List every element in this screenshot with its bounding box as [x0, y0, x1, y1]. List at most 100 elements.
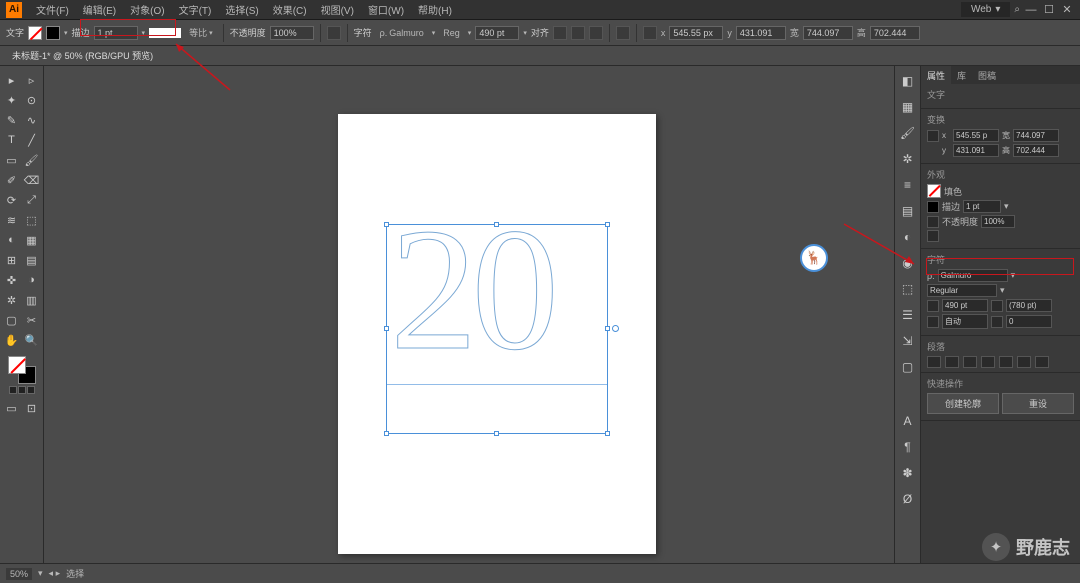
menu-file[interactable]: 文件(F)	[30, 0, 75, 19]
font-family-dropdown[interactable]: ρ. Galmuro	[376, 27, 428, 39]
magic-wand-tool-icon[interactable]: ✦	[2, 90, 22, 110]
reference-point-icon[interactable]	[643, 26, 657, 40]
resize-handle[interactable]	[605, 222, 610, 227]
symbol-sprayer-tool-icon[interactable]: ✲	[2, 290, 22, 310]
pen-tool-icon[interactable]: ✎	[2, 110, 22, 130]
fill-swatch[interactable]	[927, 184, 941, 198]
menu-effect[interactable]: 效果(C)	[267, 0, 313, 19]
direct-selection-tool-icon[interactable]: ▹	[22, 70, 42, 90]
menu-type[interactable]: 文字(T)	[173, 0, 218, 19]
tab-properties[interactable]: 属性	[921, 66, 951, 85]
menu-help[interactable]: 帮助(H)	[412, 0, 458, 19]
paragraph-panel-icon[interactable]: ¶	[899, 438, 917, 456]
rotate-tool-icon[interactable]: ⟳	[2, 190, 22, 210]
font-style-dropdown[interactable]: Reg	[439, 27, 464, 39]
effects-icon[interactable]	[927, 230, 939, 242]
font-size-field[interactable]: 490 pt	[475, 26, 519, 40]
opentype-panel-icon[interactable]: Ø	[899, 490, 917, 508]
stroke-profile-dropdown[interactable]: 等比▾	[185, 25, 217, 40]
rectangle-tool-icon[interactable]: ▭	[2, 150, 22, 170]
chevron-down-icon[interactable]: ▾	[64, 29, 68, 37]
chevron-down-icon[interactable]: ▾	[142, 29, 146, 37]
hand-tool-icon[interactable]: ✋	[2, 330, 22, 350]
w-field[interactable]: 744.097	[803, 26, 853, 40]
align-right-icon[interactable]	[963, 356, 977, 368]
stroke-weight-field[interactable]: 1 pt	[963, 200, 1001, 213]
graph-tool-icon[interactable]: ▥	[22, 290, 42, 310]
opacity-field[interactable]: 100%	[270, 26, 314, 40]
recolor-icon[interactable]	[327, 26, 341, 40]
tracking-field[interactable]: 0	[1006, 315, 1052, 328]
layers-panel-icon[interactable]: ☰	[899, 306, 917, 324]
resize-handle[interactable]	[384, 326, 389, 331]
transparency-panel-icon[interactable]: ◐	[899, 228, 917, 246]
mesh-tool-icon[interactable]: ⊞	[2, 250, 22, 270]
stroke-panel-icon[interactable]: ≡	[899, 176, 917, 194]
width-tool-icon[interactable]: ≋	[2, 210, 22, 230]
resize-handle[interactable]	[605, 431, 610, 436]
transform-icon[interactable]	[616, 26, 630, 40]
resize-handle[interactable]	[494, 431, 499, 436]
h-field[interactable]: 702.444	[1013, 144, 1059, 157]
lasso-tool-icon[interactable]: ⊙	[22, 90, 42, 110]
stroke-profile-preview[interactable]	[149, 28, 181, 38]
font-family-field[interactable]: Galmuro	[938, 269, 1008, 282]
zoom-field[interactable]: 50%	[6, 568, 32, 580]
tab-libraries[interactable]: 库	[951, 66, 972, 85]
resize-handle[interactable]	[384, 431, 389, 436]
resize-handle[interactable]	[494, 222, 499, 227]
shape-builder-tool-icon[interactable]: ◐	[2, 230, 22, 250]
align-right-icon[interactable]	[589, 26, 603, 40]
menu-window[interactable]: 窗口(W)	[362, 0, 410, 19]
chevron-down-icon[interactable]: ▾	[38, 568, 43, 579]
gradient-tool-icon[interactable]: ▤	[22, 250, 42, 270]
resize-handle[interactable]	[384, 222, 389, 227]
maximize-icon[interactable]: ☐	[1042, 3, 1056, 16]
reference-point-icon[interactable]	[927, 130, 939, 142]
justify-center-icon[interactable]	[999, 356, 1013, 368]
chevron-down-icon[interactable]: ▾	[468, 29, 472, 37]
graphic-styles-panel-icon[interactable]: ⬚	[899, 280, 917, 298]
stroke-weight-field[interactable]: 1 pt	[94, 26, 138, 40]
edit-mode-icon[interactable]: ⊡	[22, 398, 42, 418]
w-field[interactable]: 744.097	[1013, 129, 1059, 142]
fill-swatch-none[interactable]	[28, 26, 42, 40]
eraser-tool-icon[interactable]: ⌫	[22, 170, 42, 190]
canvas[interactable]: 20	[44, 66, 894, 563]
symbols-panel-icon[interactable]: ✲	[899, 150, 917, 168]
leading-field[interactable]: (780 pt)	[1006, 299, 1052, 312]
swatches-panel-icon[interactable]: ▦	[899, 98, 917, 116]
type-tool-icon[interactable]: T	[2, 130, 22, 150]
align-left-icon[interactable]	[927, 356, 941, 368]
appearance-panel-icon[interactable]: ◉	[899, 254, 917, 272]
screen-mode-icon[interactable]: ▭	[2, 398, 22, 418]
artboard-tool-icon[interactable]: ▢	[2, 310, 22, 330]
x-field[interactable]: 545.55 px	[669, 26, 723, 40]
y-field[interactable]: 431.091	[953, 144, 999, 157]
shaper-tool-icon[interactable]: ✐	[2, 170, 22, 190]
opacity-field[interactable]: 100%	[981, 215, 1015, 228]
workspace-dropdown[interactable]: Web▾	[961, 2, 1010, 17]
font-size-field[interactable]: 490 pt	[942, 299, 988, 312]
resize-handle[interactable]	[605, 326, 610, 331]
close-icon[interactable]: ✕	[1060, 3, 1074, 16]
line-tool-icon[interactable]: ╱	[22, 130, 42, 150]
text-out-port-icon[interactable]	[612, 325, 619, 332]
selection-bounding-box[interactable]	[386, 224, 608, 434]
reset-button[interactable]: 重设	[1002, 393, 1074, 414]
eyedropper-tool-icon[interactable]: ✜	[2, 270, 22, 290]
paintbrush-tool-icon[interactable]: 🖌	[22, 150, 42, 170]
gradient-panel-icon[interactable]: ▤	[899, 202, 917, 220]
free-transform-tool-icon[interactable]: ⬚	[22, 210, 42, 230]
tab-artboards[interactable]: 图稿	[972, 66, 1002, 85]
zoom-tool-icon[interactable]: 🔍	[22, 330, 42, 350]
document-tab[interactable]: 未标题-1* @ 50% (RGB/GPU 预览)	[4, 46, 161, 65]
brushes-panel-icon[interactable]: 🖌	[899, 124, 917, 142]
artboards-panel-icon[interactable]: ▢	[899, 358, 917, 376]
chevron-down-icon[interactable]: ▾	[523, 29, 527, 37]
selection-tool-icon[interactable]: ▸	[2, 70, 22, 90]
create-outlines-button[interactable]: 创建轮廓	[927, 393, 999, 414]
menu-object[interactable]: 对象(O)	[124, 0, 170, 19]
align-center-icon[interactable]	[571, 26, 585, 40]
h-field[interactable]: 702.444	[870, 26, 920, 40]
